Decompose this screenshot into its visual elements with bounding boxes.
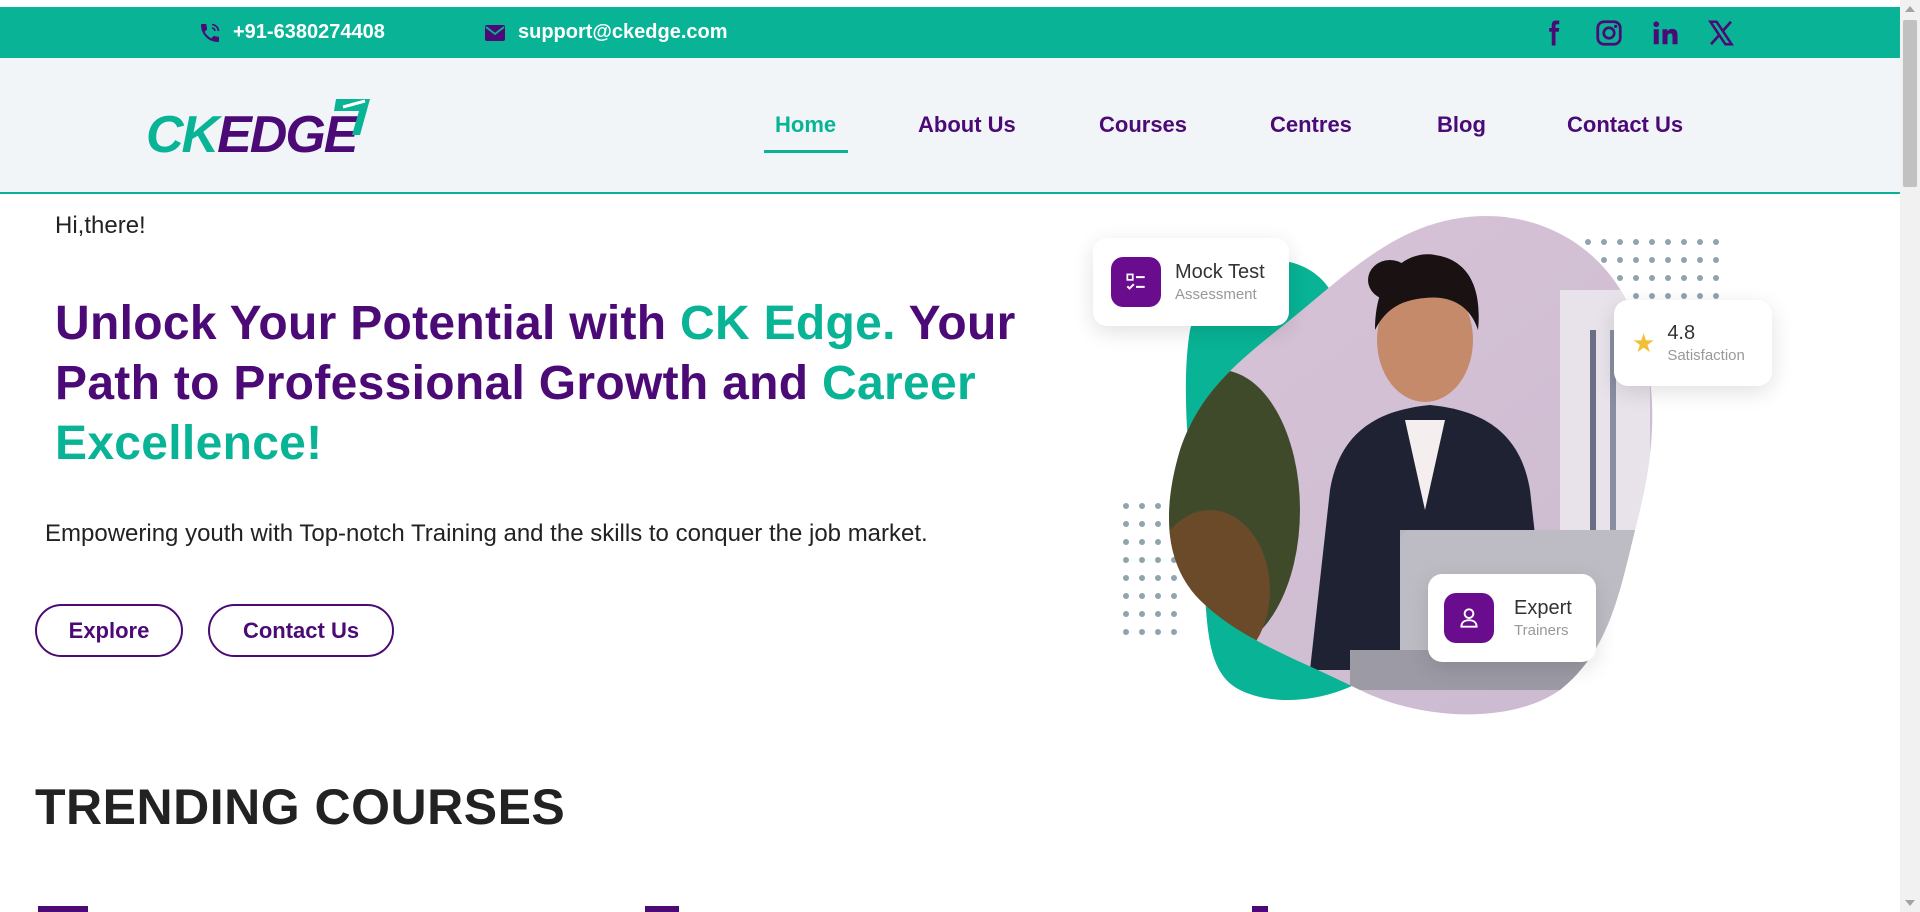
expert-title: Expert bbox=[1514, 597, 1572, 619]
instagram-icon[interactable] bbox=[1592, 16, 1626, 50]
site-header: CKEDGE Home About Us Courses Centres Blo… bbox=[0, 58, 1900, 194]
contact-us-button[interactable]: Contact Us bbox=[208, 604, 394, 657]
headline-part-1: Unlock Your Potential with bbox=[55, 297, 681, 350]
expert-trainers-card: Expert Trainers bbox=[1428, 574, 1596, 662]
user-icon bbox=[1444, 593, 1494, 643]
hero-subtext: Empowering youth with Top-notch Training… bbox=[45, 520, 928, 547]
nav-blog[interactable]: Blog bbox=[1437, 112, 1486, 138]
scroll-up-arrow[interactable] bbox=[1905, 6, 1915, 12]
top-contact-bar: +91-6380274408 support@ckedge.com bbox=[0, 7, 1900, 58]
facebook-icon[interactable] bbox=[1536, 16, 1570, 50]
phone-contact[interactable]: +91-6380274408 bbox=[198, 7, 385, 58]
course-card-icon-3 bbox=[1252, 906, 1268, 912]
nav-courses[interactable]: Courses bbox=[1099, 112, 1187, 138]
course-card-icon-1 bbox=[38, 906, 88, 912]
phone-icon bbox=[201, 23, 220, 42]
mock-test-subtitle: Assessment bbox=[1175, 286, 1257, 303]
nav-home[interactable]: Home bbox=[775, 112, 836, 138]
rating-label: Satisfaction bbox=[1667, 347, 1745, 364]
envelope-icon bbox=[485, 24, 505, 41]
nav-centres[interactable]: Centres bbox=[1270, 112, 1352, 138]
expert-subtitle: Trainers bbox=[1514, 622, 1569, 639]
hero-greeting: Hi,there! bbox=[55, 212, 146, 239]
email-text: support@ckedge.com bbox=[518, 21, 728, 43]
satisfaction-rating-card: ★ 4.8 Satisfaction bbox=[1614, 300, 1772, 386]
dot-grid-left bbox=[1123, 503, 1177, 635]
scrollbar-thumb[interactable] bbox=[1903, 20, 1917, 187]
mock-test-title: Mock Test bbox=[1175, 261, 1265, 283]
course-card-icon-2 bbox=[645, 906, 679, 912]
phone-text: +91-6380274408 bbox=[233, 21, 385, 43]
scroll-down-arrow[interactable] bbox=[1905, 900, 1915, 906]
checklist-icon bbox=[1111, 257, 1161, 307]
page-scrollbar[interactable] bbox=[1900, 0, 1920, 912]
x-icon[interactable] bbox=[1704, 16, 1738, 50]
mock-test-card: Mock Test Assessment bbox=[1093, 238, 1289, 326]
linkedin-icon[interactable] bbox=[1648, 16, 1682, 50]
nav-active-indicator bbox=[764, 150, 848, 153]
trending-courses-heading: TRENDING COURSES bbox=[35, 779, 566, 835]
headline-brand: CK Edge. bbox=[680, 297, 896, 350]
social-links bbox=[1536, 7, 1738, 58]
nav-about-us[interactable]: About Us bbox=[918, 112, 1016, 138]
star-icon: ★ bbox=[1632, 327, 1656, 358]
hero-headline: Unlock Your Potential with CK Edge. Your… bbox=[55, 294, 1095, 474]
explore-button[interactable]: Explore bbox=[35, 604, 183, 657]
rating-value: 4.8 bbox=[1667, 322, 1696, 344]
nav-contact-us[interactable]: Contact Us bbox=[1567, 112, 1683, 138]
email-contact[interactable]: support@ckedge.com bbox=[483, 7, 728, 58]
main-navigation: Home About Us Courses Centres Blog Conta… bbox=[0, 58, 1900, 194]
